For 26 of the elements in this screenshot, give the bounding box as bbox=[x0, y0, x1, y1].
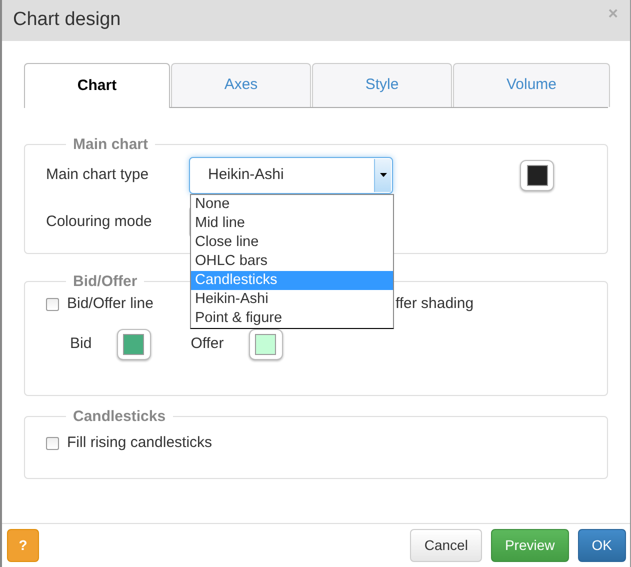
tab[interactable]: Chart bbox=[24, 63, 170, 108]
dropdown-option[interactable]: Mid line bbox=[191, 214, 393, 232]
color-picker[interactable] bbox=[520, 160, 554, 190]
checkbox-label: Fill rising candlesticks bbox=[67, 432, 212, 453]
dialog-title: Chart design bbox=[13, 8, 121, 32]
dropdown-option[interactable]: OHLC bars bbox=[191, 252, 393, 270]
group-legend: Main chart bbox=[66, 137, 156, 152]
group-legend: Candlesticks bbox=[66, 409, 173, 424]
checkbox-label: ffer shading bbox=[395, 294, 474, 314]
checkbox[interactable] bbox=[46, 436, 59, 450]
dropdown-option[interactable]: Heikin-Ashi bbox=[191, 290, 393, 308]
field-label: Colouring mode bbox=[46, 212, 153, 232]
color-picker[interactable] bbox=[248, 328, 283, 360]
dropdown-option[interactable]: Point & figure bbox=[191, 308, 393, 328]
dropdown-option[interactable]: None bbox=[191, 194, 393, 214]
dropdown-option[interactable]: Close line bbox=[191, 232, 393, 252]
color-picker[interactable] bbox=[116, 328, 151, 360]
group-legend: Bid/Offer bbox=[66, 274, 144, 289]
ok-button[interactable]: OK bbox=[578, 529, 626, 562]
field-label: Main chart type bbox=[46, 164, 150, 185]
cancel-button[interactable]: Cancel bbox=[410, 529, 482, 562]
caret-icon bbox=[380, 173, 386, 177]
checkbox[interactable] bbox=[46, 298, 59, 310]
swatch-label: Bid bbox=[70, 334, 92, 354]
checkbox-label: Bid/Offer line bbox=[67, 294, 154, 314]
swatch-label: Offer bbox=[190, 334, 224, 354]
